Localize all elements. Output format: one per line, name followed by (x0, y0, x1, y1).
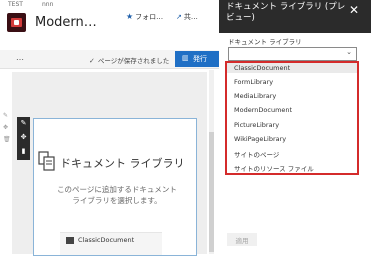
vertical-scrollbar[interactable] (209, 70, 214, 254)
move-webpart-icon[interactable]: ✥ (17, 133, 30, 141)
delete-section-icon[interactable]: 🗑 (3, 136, 11, 143)
top-strip: TEST nnn (0, 0, 219, 9)
webpart-title: ドキュメント ライブラリ (60, 157, 185, 170)
checkmark-icon: ✓ (89, 57, 95, 65)
close-icon[interactable]: ✕ (349, 3, 359, 17)
dropdown-option[interactable]: サイトのページ (234, 149, 279, 159)
dropdown-option[interactable]: ModernDocument (234, 106, 292, 114)
delete-webpart-icon[interactable]: ▮ (17, 147, 30, 155)
library-icon (66, 237, 74, 244)
apply-label: 適用 (235, 237, 249, 245)
save-status-text: ページが保存されました (97, 57, 170, 65)
dropdown-option[interactable]: サイトのリソース ファイル (234, 163, 314, 173)
top-strip-right: nnn (42, 1, 54, 8)
site-title[interactable]: Modern… (35, 15, 97, 30)
webpart-toolbar: ✎ ✥ ▮ (17, 117, 30, 160)
top-strip-left: TEST (8, 1, 23, 8)
webpart-description: このページに追加するドキュメント ライブラリを選択します。 (57, 185, 177, 205)
share-icon: ↗ (176, 13, 182, 21)
dropdown-option[interactable]: WikiPageLibrary (234, 135, 286, 143)
library-dropdown[interactable]: ⌄ (228, 47, 357, 61)
share-button[interactable]: ↗ 共… (176, 12, 198, 22)
scrollbar-thumb[interactable] (209, 132, 214, 252)
apply-button[interactable]: 適用 (227, 233, 257, 246)
edit-webpart-icon[interactable]: ✎ (17, 119, 30, 127)
save-status: ✓ ページが保存されました (89, 55, 169, 65)
more-button[interactable]: … (16, 53, 25, 62)
library-field-label: ドキュメント ライブラリ (228, 38, 302, 46)
site-logo-icon[interactable] (7, 13, 26, 32)
share-label: 共… (183, 13, 198, 21)
document-library-icon (38, 151, 55, 171)
follow-label: フォロ… (135, 13, 164, 21)
follow-button[interactable]: ★ フォロ… (126, 12, 163, 22)
move-section-icon[interactable]: ✥ (3, 124, 8, 131)
publish-label: 発行 (193, 55, 207, 63)
publish-icon: ▥ (182, 54, 189, 62)
publish-button[interactable]: ▥ 発行 (175, 51, 219, 67)
dropdown-option[interactable]: ClassicDocument (234, 64, 290, 72)
library-picker-item[interactable]: ClassicDocument (78, 236, 134, 244)
chevron-down-icon: ⌄ (346, 48, 352, 56)
star-icon: ★ (126, 12, 134, 21)
dropdown-option[interactable]: PictureLibrary (234, 121, 279, 129)
dropdown-option[interactable]: FormLibrary (234, 78, 273, 86)
dropdown-option[interactable]: MediaLibrary (234, 92, 276, 100)
property-pane-title: ドキュメント ライブラリ (プレビュー) (226, 2, 346, 23)
edit-section-icon[interactable]: ✎ (3, 112, 8, 119)
